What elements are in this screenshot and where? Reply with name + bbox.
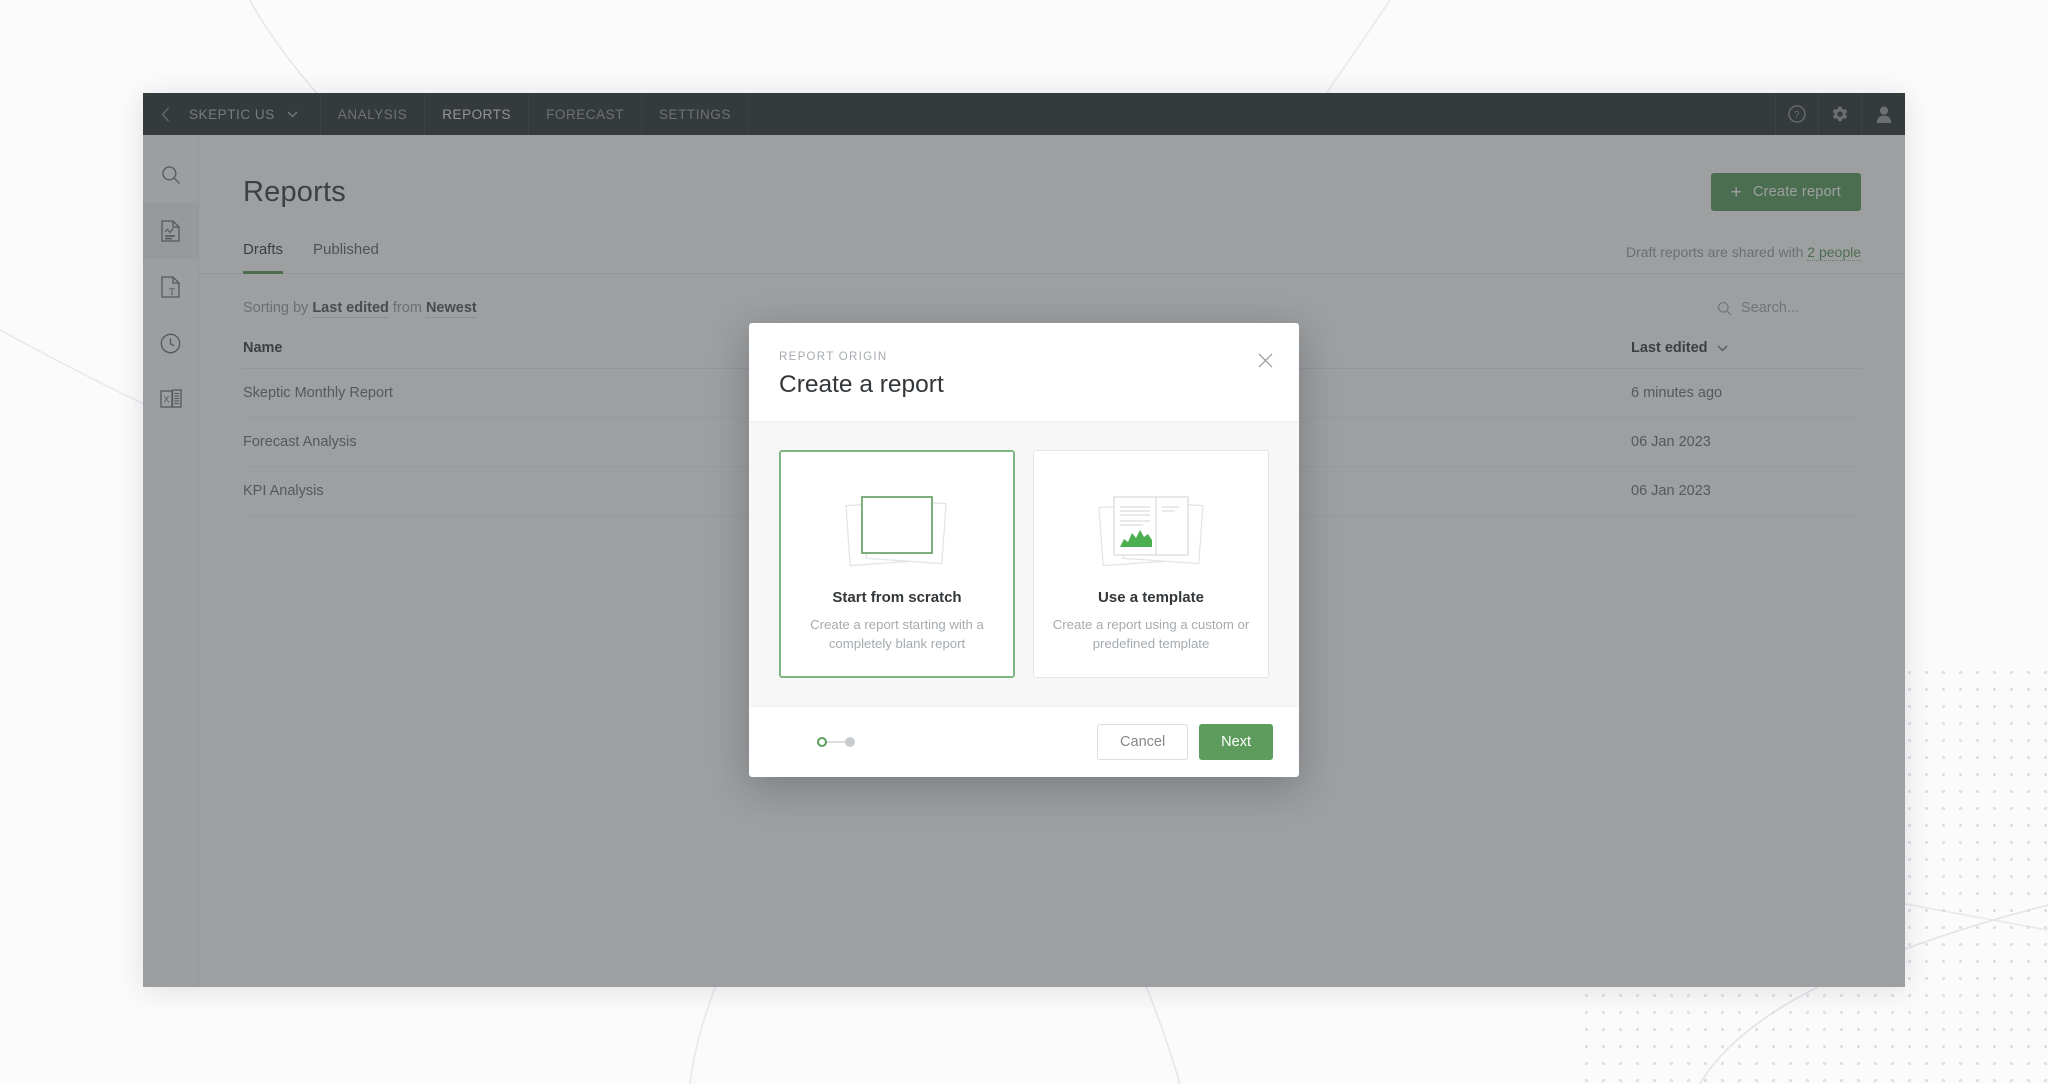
step-connector [827,741,845,744]
modal-header: REPORT ORIGIN Create a report [749,323,1299,421]
footer-buttons: Cancel Next [1097,724,1273,761]
close-button[interactable] [1258,353,1273,368]
create-report-modal: REPORT ORIGIN Create a report Start from… [749,323,1299,778]
template-pages-icon [1052,477,1250,585]
option-description: Create a report using a custom or predef… [1052,617,1250,652]
step-1-active[interactable] [817,737,827,748]
close-icon [1258,353,1273,368]
cancel-button[interactable]: Cancel [1097,724,1189,761]
next-button[interactable]: Next [1199,724,1273,761]
modal-footer: Cancel Next [749,707,1299,777]
blank-pages-icon [798,477,996,585]
option-title: Use a template [1098,589,1204,606]
option-use-a-template[interactable]: Use a template Create a report using a c… [1033,450,1269,679]
modal-eyebrow: REPORT ORIGIN [779,351,888,363]
option-start-from-scratch[interactable]: Start from scratch Create a report start… [779,450,1015,679]
option-description: Create a report starting with a complete… [810,617,984,652]
modal-title: Create a report [779,371,944,398]
option-title: Start from scratch [832,589,962,606]
modal-body: Start from scratch Create a report start… [749,421,1299,708]
step-indicator [817,737,855,748]
step-2-inactive[interactable] [845,737,855,748]
